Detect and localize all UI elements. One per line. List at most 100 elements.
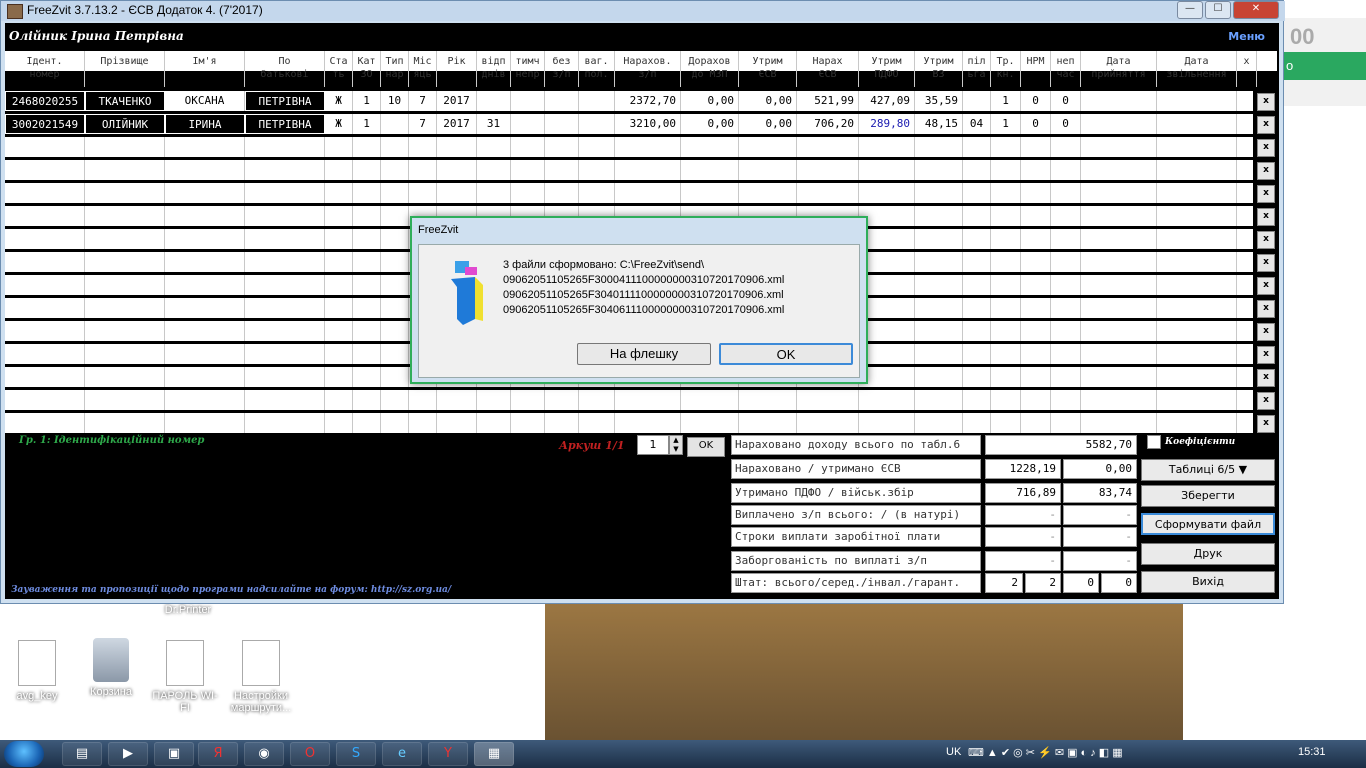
table-cell[interactable] [1081,275,1157,295]
table-cell[interactable] [437,390,477,410]
table-cell[interactable] [85,367,165,387]
table-cell[interactable] [1081,413,1157,433]
table-cell[interactable] [85,344,165,364]
table-cell[interactable] [915,206,963,226]
delete-row-button[interactable]: x [1257,392,1275,410]
table-cell[interactable] [245,160,325,180]
table-cell[interactable] [1021,183,1051,203]
table-cell[interactable] [1051,229,1081,249]
table-cell[interactable] [381,183,409,203]
table-cell[interactable] [245,252,325,272]
column-header[interactable]: Утрим ВЗ [915,51,963,87]
delete-row-button[interactable]: x [1257,116,1275,134]
table-cell[interactable] [353,160,381,180]
summary-value[interactable]: 0,00 [1063,459,1137,479]
yandex-taskbar-icon[interactable]: Я [198,742,238,766]
table-cell[interactable] [681,137,739,157]
table-cell[interactable] [5,321,85,341]
table-cell[interactable] [85,160,165,180]
table-cell[interactable] [615,390,681,410]
table-cell[interactable] [353,137,381,157]
table-cell[interactable] [85,183,165,203]
delete-row-button[interactable]: x [1257,323,1275,341]
table-cell[interactable] [381,206,409,226]
table-cell[interactable] [511,160,545,180]
column-header[interactable]: неп час [1051,51,1081,87]
table-cell[interactable] [545,390,579,410]
table-cell[interactable]: 0,00 [739,91,797,111]
table-row[interactable] [5,390,1253,410]
table-cell[interactable] [1081,206,1157,226]
table-cell[interactable] [245,183,325,203]
column-header[interactable]: Ім'я [165,51,245,87]
delete-row-button[interactable]: x [1257,185,1275,203]
table-cell[interactable]: 0 [1021,114,1051,134]
table-cell[interactable] [1051,298,1081,318]
table-cell[interactable] [381,344,409,364]
column-header[interactable]: тимч непр [511,51,545,87]
summary-value[interactable]: 2 [1025,573,1061,593]
table-cell[interactable] [963,91,991,111]
start-button[interactable] [4,741,44,767]
table-cell[interactable] [1157,344,1237,364]
table-cell[interactable] [963,137,991,157]
table-cell[interactable] [353,252,381,272]
column-header[interactable]: x [1237,51,1257,87]
table-cell[interactable] [5,183,85,203]
table-cell[interactable] [165,183,245,203]
table-cell[interactable] [915,413,963,433]
table-cell[interactable] [381,252,409,272]
table-cell[interactable] [5,160,85,180]
table-cell[interactable] [325,275,353,295]
table-cell[interactable] [1051,137,1081,157]
table-cell[interactable] [409,160,437,180]
table-cell[interactable] [1081,252,1157,272]
table-cell[interactable]: 2017 [437,91,477,111]
table-cell[interactable]: 2372,70 [615,91,681,111]
title-bar[interactable]: FreeZvit 3.7.13.2 - ЄСВ Додаток 4. (7'20… [1,1,1285,21]
column-header[interactable]: Утрим ЄСВ [739,51,797,87]
table-cell[interactable]: ТКАЧЕНКО [85,91,165,111]
explorer-taskbar-icon[interactable]: ▤ [62,742,102,766]
table-cell[interactable] [991,206,1021,226]
table-cell[interactable]: 1 [991,91,1021,111]
table-cell[interactable] [615,183,681,203]
table-cell[interactable] [991,252,1021,272]
table-cell[interactable] [245,367,325,387]
table-cell[interactable] [963,413,991,433]
table-cell[interactable] [1157,206,1237,226]
table-cell[interactable] [511,91,545,111]
table-cell[interactable] [991,137,1021,157]
minimize-button[interactable]: — [1177,1,1203,19]
table-cell[interactable] [681,413,739,433]
table-cell[interactable] [1051,321,1081,341]
table-cell[interactable]: 10 [381,91,409,111]
table-cell[interactable] [991,321,1021,341]
sheet-spinner[interactable]: ▲ ▼ [669,435,683,455]
table-cell[interactable] [963,298,991,318]
table-cell[interactable]: 2468020255 [5,91,85,111]
table-cell[interactable] [165,275,245,295]
table-cell[interactable] [85,321,165,341]
table-cell[interactable] [915,367,963,387]
table-cell[interactable] [165,367,245,387]
table-cell[interactable] [1157,298,1237,318]
table-cell[interactable] [681,183,739,203]
table-cell[interactable] [1051,206,1081,226]
column-header[interactable]: Дата прийняття [1081,51,1157,87]
table-cell[interactable] [797,137,859,157]
table-cell[interactable] [1081,298,1157,318]
table-cell[interactable] [165,252,245,272]
table-cell[interactable] [245,390,325,410]
table-cell[interactable] [797,183,859,203]
language-indicator[interactable]: UK [946,746,961,758]
table-cell[interactable] [963,160,991,180]
table-cell[interactable] [579,183,615,203]
table-cell[interactable] [165,390,245,410]
table-cell[interactable] [1157,367,1237,387]
ok-button[interactable]: OK [719,343,853,365]
column-header[interactable]: Ста ть [325,51,353,87]
opera-taskbar-icon[interactable]: O [290,742,330,766]
close-button[interactable]: ✕ [1233,1,1279,19]
table-cell[interactable] [85,275,165,295]
